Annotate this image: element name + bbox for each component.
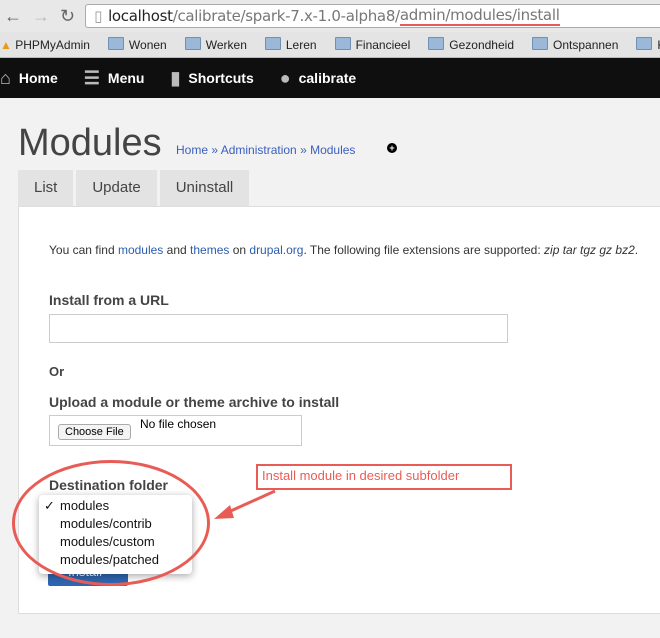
drupal-link[interactable]: drupal.org — [249, 243, 303, 257]
choose-file-button[interactable]: Choose File — [58, 424, 131, 440]
bookmark-folder[interactable]: Gezondheid — [428, 37, 514, 52]
text: and — [163, 243, 191, 257]
bookmark-label: PHPMyAdmin — [15, 37, 90, 52]
menu-label: Menu — [107, 70, 145, 86]
user-icon: ● — [279, 67, 291, 88]
bookmark-icon: ▮ — [170, 67, 181, 88]
bookmark-folder[interactable]: Werken — [185, 37, 247, 52]
bookmark-phpmyadmin[interactable]: ▲ PHPMyAdmin — [0, 38, 90, 52]
breadcrumb-sep: » — [296, 143, 311, 157]
extensions: zip tar tgz gz bz2 — [544, 243, 635, 257]
back-icon[interactable]: ← — [4, 6, 22, 27]
bookmark-folder[interactable]: Wonen — [108, 37, 167, 52]
url-highlight: admin/modules/install — [399, 6, 560, 26]
text: . The following file extensions are supp… — [303, 243, 545, 257]
no-file-text: No file chosen — [140, 417, 217, 431]
bookmark-folder[interactable]: Financieel — [335, 37, 411, 52]
phpmyadmin-icon: ▲ — [0, 37, 12, 52]
breadcrumb: Home » Administration » Modules — [176, 143, 355, 157]
menu-icon: ☰ — [83, 67, 100, 88]
file-upload[interactable]: Choose File No file chosen — [49, 415, 302, 446]
home-icon: ⌂ — [0, 67, 11, 88]
admin-toolbar: ⌂ Home ☰ Menu ▮ Shortcuts ● calibrate — [0, 58, 660, 98]
url-input[interactable] — [49, 314, 508, 343]
or-label: Or — [49, 364, 65, 379]
toolbar-menu[interactable]: ☰ Menu — [84, 68, 145, 89]
text: You can find — [49, 243, 118, 257]
url-path: /calibrate/spark-7.x-1.0-alpha8/ — [172, 7, 400, 25]
toolbar-shortcuts[interactable]: ▮ Shortcuts — [170, 68, 253, 89]
breadcrumb-home[interactable]: Home — [176, 143, 208, 157]
browser-toolbar: ← → ↻ ▯ localhost/calibrate/spark-7.x-1.… — [0, 0, 660, 32]
toolbar-home[interactable]: ⌂ Home — [0, 68, 58, 89]
upload-label: Upload a module or theme archive to inst… — [49, 394, 340, 410]
annotation-arrow — [214, 489, 276, 519]
intro-text: You can find modules and themes on drupa… — [49, 243, 638, 257]
bookmark-folder[interactable]: Ontspannen — [532, 37, 618, 52]
annotation-ellipse — [12, 460, 210, 586]
bookmarks-bar: ▲ PHPMyAdmin Wonen Werken Leren Financie… — [0, 32, 660, 58]
add-shortcut-icon[interactable]: + — [387, 143, 397, 153]
tab-uninstall[interactable]: Uninstall — [159, 170, 250, 206]
home-label: Home — [18, 70, 58, 86]
bookmark-folder[interactable]: Leren — [265, 37, 317, 52]
text: . — [634, 243, 639, 257]
toolbar-user[interactable]: ● calibrate — [280, 68, 356, 89]
shortcuts-label: Shortcuts — [188, 70, 254, 86]
forward-icon[interactable]: → — [32, 6, 50, 27]
address-bar[interactable]: ▯ localhost/calibrate/spark-7.x-1.0-alph… — [85, 4, 660, 28]
url-label: Install from a URL — [49, 292, 169, 308]
tabs: List Update Uninstall — [18, 170, 250, 206]
text: on — [229, 243, 250, 257]
tab-list[interactable]: List — [18, 170, 74, 206]
url-host: localhost — [108, 7, 173, 25]
breadcrumb-modules[interactable]: Modules — [310, 143, 355, 157]
annotation-note: Install module in desired subfolder — [256, 464, 512, 490]
modules-link[interactable]: modules — [118, 243, 163, 257]
bookmark-folder[interactable]: Ko — [636, 37, 660, 52]
page-title: Modules — [18, 122, 162, 164]
themes-link[interactable]: themes — [190, 243, 229, 257]
page-icon: ▯ — [94, 7, 103, 25]
breadcrumb-sep: » — [208, 143, 221, 157]
tab-update[interactable]: Update — [76, 170, 157, 206]
breadcrumb-administration[interactable]: Administration — [221, 143, 297, 157]
user-label: calibrate — [298, 70, 357, 86]
reload-icon[interactable]: ↻ — [60, 6, 75, 27]
